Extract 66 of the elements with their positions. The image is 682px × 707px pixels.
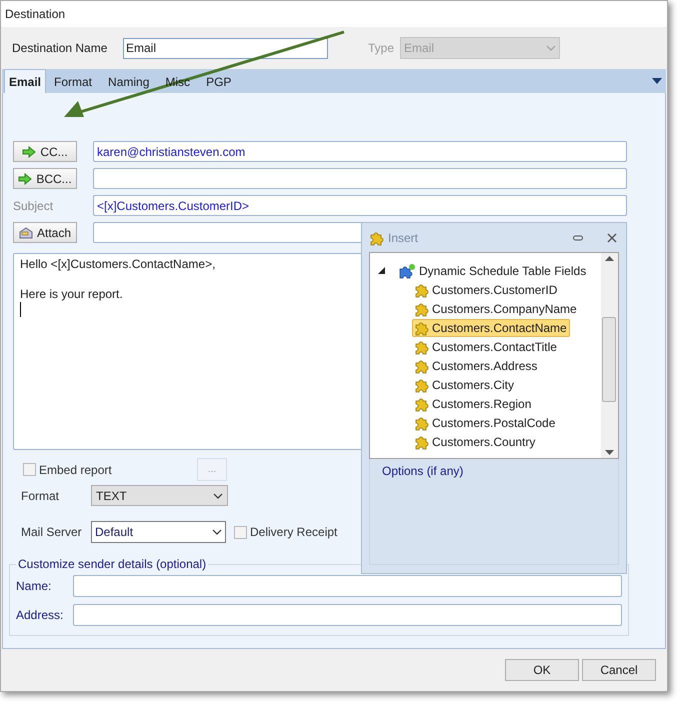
tree-item[interactable]: Customers.Region (412, 394, 534, 412)
tab[interactable]: Format (46, 71, 100, 93)
group-legend: Customize sender details (optional) (16, 555, 208, 573)
tree-item[interactable]: Customers.ContactName (412, 318, 570, 336)
window-title: Destination (5, 6, 66, 23)
scrollbar[interactable] (601, 253, 618, 458)
dialog-button[interactable]: Cancel (582, 659, 656, 681)
field-label: Name: (16, 578, 52, 595)
message-text: Hello <[x]Customers.ContactName>, Here is your report. (20, 257, 216, 301)
destination-name-field[interactable]: Email (123, 38, 328, 58)
puzzle-piece-icon (368, 230, 384, 246)
folder-puzzle-icon (398, 262, 416, 278)
address-button[interactable]: CC... (13, 141, 77, 162)
puzzle-piece-icon (413, 358, 429, 374)
puzzle-piece-icon (413, 300, 429, 316)
tree-item[interactable]: Customers.CompanyName (412, 300, 580, 318)
arrow-right-icon (18, 172, 32, 184)
tree-item[interactable]: Customers.Address (412, 356, 540, 374)
field-label: Mail Server (21, 524, 83, 541)
tree-item[interactable]: Customers.Country (412, 432, 538, 450)
chevron-down-icon (546, 45, 556, 51)
checkbox-label: Delivery Receipt (250, 524, 338, 541)
puzzle-piece-icon (413, 434, 429, 450)
field-label: Type (368, 40, 396, 57)
mail-server-dropdown[interactable]: Default (91, 521, 226, 543)
tab[interactable]: Naming (100, 71, 158, 93)
chevron-down-icon (212, 529, 222, 535)
tab[interactable]: Email (4, 69, 46, 93)
input-field[interactable] (93, 168, 627, 189)
field-label: Address: (16, 607, 64, 624)
tree-item[interactable]: Dynamic Schedule Table Fields (419, 262, 586, 280)
field-label: Format (21, 488, 60, 504)
input-field[interactable]: <[x]Customers.CustomerID> (93, 195, 627, 216)
input-field[interactable] (73, 575, 622, 597)
dropdown-triangle-icon (652, 78, 662, 84)
scroll-up-icon (605, 256, 614, 261)
checkbox[interactable] (23, 463, 36, 476)
puzzle-piece-icon (413, 282, 429, 298)
checkbox-label: Embed report (39, 462, 113, 478)
puzzle-piece-icon (413, 396, 429, 412)
address-button[interactable]: BCC... (13, 168, 77, 189)
input-field[interactable]: karen@christiansteven.com (93, 141, 627, 162)
format-dropdown[interactable]: TEXT (91, 485, 228, 506)
dialog-button[interactable]: OK (505, 659, 579, 681)
puzzle-piece-icon (413, 320, 429, 336)
text-cursor (20, 302, 21, 317)
puzzle-piece-icon (413, 414, 429, 430)
tab[interactable]: PGP (198, 71, 240, 93)
options-label: Options (if any) (382, 464, 464, 478)
tree-item[interactable]: Customers.ContactTitle (412, 338, 560, 356)
tree-item[interactable]: Customers.PostalCode (412, 414, 558, 432)
close-icon (607, 232, 617, 242)
tree-item[interactable]: Customers.CustomerID (412, 280, 560, 298)
checkbox[interactable] (234, 526, 247, 538)
chevron-down-icon (213, 492, 223, 498)
subject-label: Subject (13, 198, 54, 214)
tree-item[interactable]: Customers.City (412, 376, 518, 394)
scrollbar-thumb[interactable] (602, 317, 616, 402)
panel-title: Insert (388, 230, 420, 246)
input-field[interactable] (73, 604, 622, 626)
puzzle-piece-icon (413, 376, 429, 392)
field-label: Destination Name (12, 40, 108, 57)
attach-button[interactable]: Attach (13, 222, 77, 243)
minimize-icon (573, 234, 583, 240)
arrow-right-icon (22, 146, 36, 158)
puzzle-piece-icon (413, 338, 429, 354)
